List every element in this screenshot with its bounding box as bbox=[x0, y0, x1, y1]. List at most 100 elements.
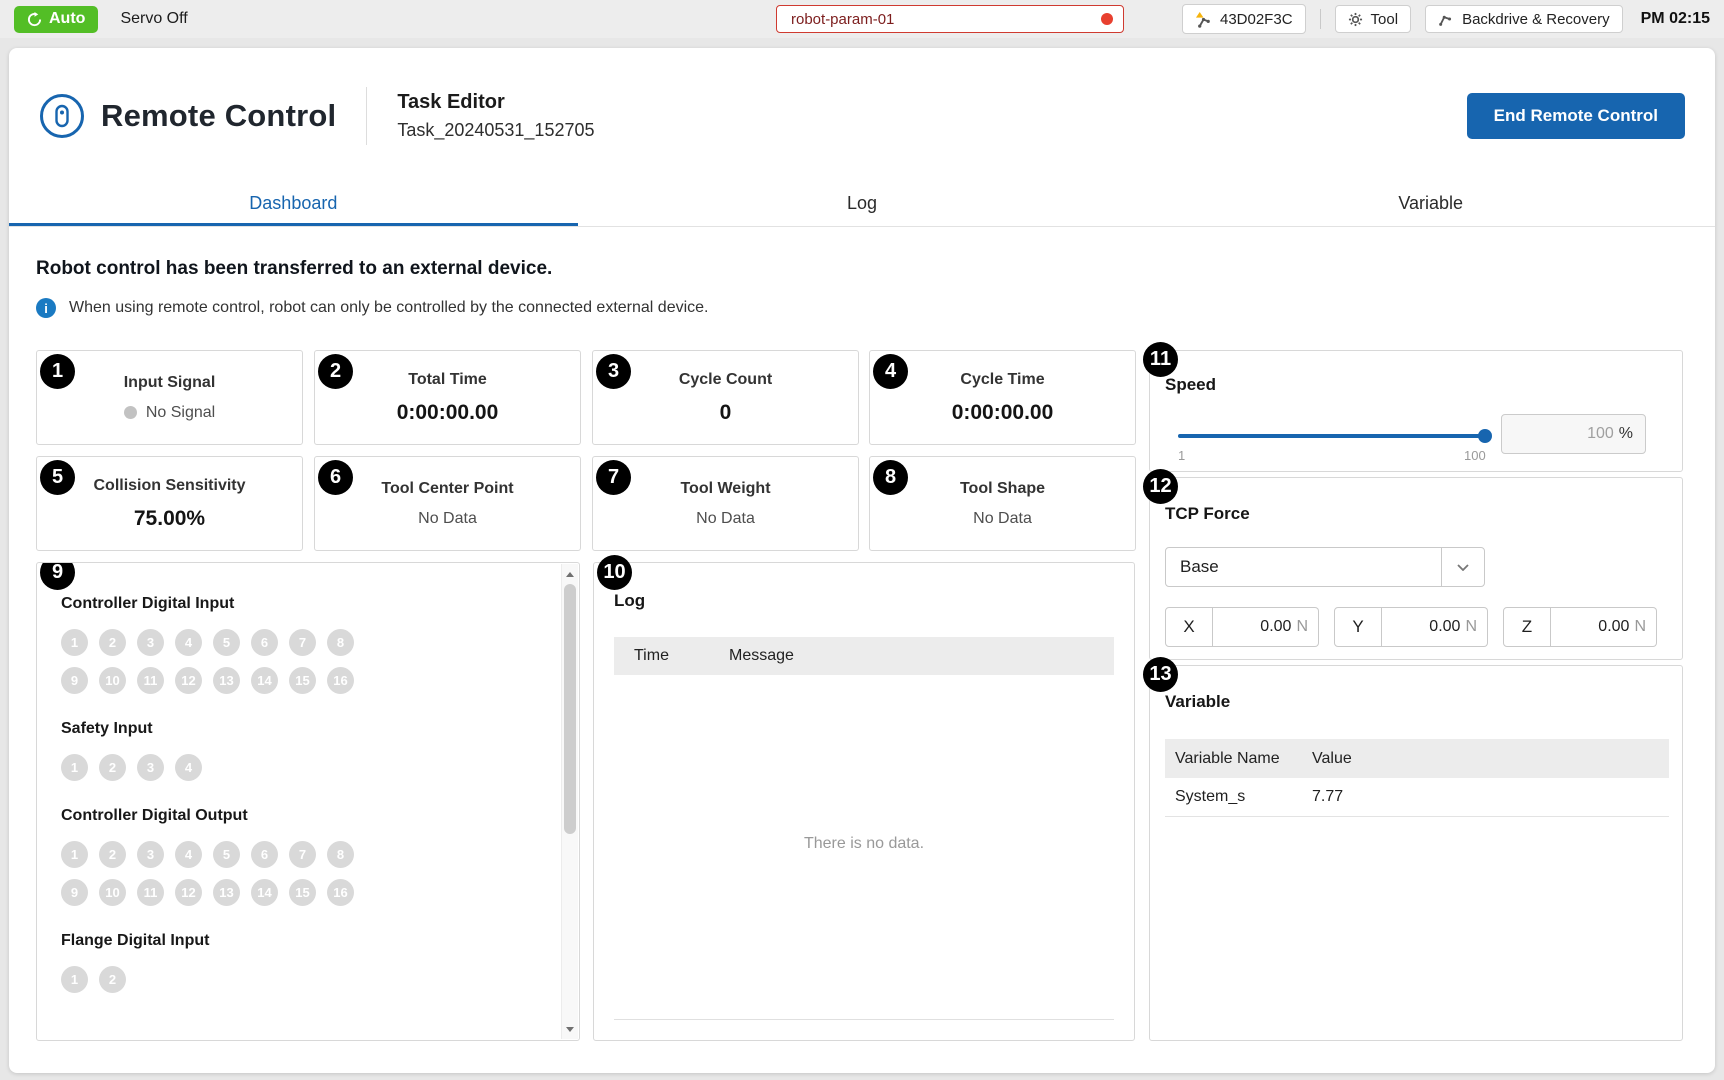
robot-arm-icon bbox=[1438, 11, 1454, 27]
io-indicator: 2 bbox=[99, 754, 126, 781]
auto-mode-badge[interactable]: Auto bbox=[14, 6, 98, 33]
tab-log[interactable]: Log bbox=[578, 183, 1147, 226]
io-indicator: 2 bbox=[99, 966, 126, 993]
io-indicator: 15 bbox=[289, 879, 316, 906]
annotation-badge-1: 1 bbox=[40, 354, 75, 389]
speed-value-input[interactable]: 100 % bbox=[1501, 414, 1646, 454]
tab-dashboard[interactable]: Dashboard bbox=[9, 183, 578, 226]
scroll-down-button[interactable] bbox=[562, 1021, 578, 1037]
card-label: Total Time bbox=[408, 371, 487, 389]
axis-y-number: 0.00 bbox=[1429, 618, 1460, 636]
axis-z-value: 0.00 N bbox=[1551, 607, 1657, 647]
io-indicator: 13 bbox=[213, 667, 240, 694]
signal-status: No Signal bbox=[124, 404, 215, 422]
speed-slider[interactable] bbox=[1178, 434, 1490, 438]
axis-z-unit: N bbox=[1634, 618, 1646, 636]
io-section-title: Flange Digital Input bbox=[61, 932, 539, 950]
speed-unit: % bbox=[1619, 425, 1633, 443]
io-indicator: 2 bbox=[99, 629, 126, 656]
axis-y-value: 0.00 N bbox=[1382, 607, 1488, 647]
card-value: 75.00% bbox=[134, 507, 205, 531]
card-value: 0:00:00.00 bbox=[952, 401, 1054, 425]
io-indicator: 13 bbox=[213, 879, 240, 906]
card-tool-shape: 8 Tool Shape No Data bbox=[869, 456, 1136, 551]
annotation-badge-4: 4 bbox=[873, 354, 908, 389]
notice-info: i When using remote control, robot can o… bbox=[36, 298, 708, 318]
tool-button[interactable]: Tool bbox=[1335, 5, 1412, 33]
card-collision-sensitivity: 5 Collision Sensitivity 75.00% bbox=[36, 456, 303, 551]
card-cycle-count: 3 Cycle Count 0 bbox=[592, 350, 859, 445]
io-indicator: 10 bbox=[99, 667, 126, 694]
card-label: Cycle Time bbox=[960, 371, 1044, 389]
card-label: Input Signal bbox=[124, 374, 216, 392]
annotation-badge-5: 5 bbox=[40, 460, 75, 495]
io-section-safety-input: Safety Input 1 2 3 4 bbox=[61, 720, 539, 781]
scroll-up-button[interactable] bbox=[562, 566, 578, 582]
io-section-flange-digital-input: Flange Digital Input 1 2 bbox=[61, 932, 539, 993]
end-remote-control-button[interactable]: End Remote Control bbox=[1467, 93, 1685, 139]
servo-status-label: Servo Off bbox=[120, 10, 187, 28]
clock-label: PM 02:15 bbox=[1641, 10, 1710, 28]
io-indicator: 1 bbox=[61, 629, 88, 656]
io-indicator: 1 bbox=[61, 966, 88, 993]
io-row: 1 2 3 4 5 6 7 8 bbox=[61, 841, 539, 868]
speed-slider-handle[interactable] bbox=[1478, 429, 1492, 443]
robot-param-input[interactable] bbox=[776, 5, 1124, 33]
io-indicator: 9 bbox=[61, 879, 88, 906]
frame-select[interactable]: Base bbox=[1165, 547, 1485, 587]
speed-title: Speed bbox=[1165, 375, 1216, 395]
variable-title: Variable bbox=[1165, 692, 1230, 712]
card-value: No Data bbox=[696, 510, 755, 528]
card-cycle-time: 4 Cycle Time 0:00:00.00 bbox=[869, 350, 1136, 445]
log-table-header: Time Message bbox=[614, 637, 1114, 675]
card-value: 0:00:00.00 bbox=[397, 401, 499, 425]
io-indicator: 4 bbox=[175, 629, 202, 656]
log-title: Log bbox=[614, 591, 1114, 611]
window-header: Remote Control Task Editor Task_20240531… bbox=[9, 48, 1715, 183]
gear-icon bbox=[1348, 12, 1363, 27]
info-icon: i bbox=[36, 298, 56, 318]
io-indicator: 12 bbox=[175, 879, 202, 906]
io-scrollbar[interactable] bbox=[561, 564, 578, 1039]
topbar-divider bbox=[1320, 9, 1321, 29]
io-indicator: 8 bbox=[327, 629, 354, 656]
annotation-badge-9: 9 bbox=[40, 562, 75, 590]
card-value: No Data bbox=[418, 510, 477, 528]
top-bar: Auto Servo Off 43D02F3C bbox=[0, 0, 1724, 38]
page-title: Remote Control bbox=[101, 98, 336, 134]
io-indicator: 6 bbox=[251, 841, 278, 868]
io-indicator: 2 bbox=[99, 841, 126, 868]
robot-warning-icon bbox=[1195, 11, 1212, 28]
arrow-up-icon bbox=[566, 572, 574, 577]
arrow-down-icon bbox=[566, 1027, 574, 1032]
speed-max-label: 100 bbox=[1464, 448, 1486, 463]
axis-z-label: Z bbox=[1503, 607, 1551, 647]
axis-x-value: 0.00 N bbox=[1213, 607, 1319, 647]
backdrive-button-label: Backdrive & Recovery bbox=[1462, 11, 1610, 28]
io-indicator: 12 bbox=[175, 667, 202, 694]
annotation-badge-11: 11 bbox=[1143, 342, 1178, 377]
remote-control-icon bbox=[39, 93, 85, 139]
annotation-badge-7: 7 bbox=[596, 460, 631, 495]
device-id-button[interactable]: 43D02F3C bbox=[1182, 4, 1306, 34]
io-indicator: 14 bbox=[251, 667, 278, 694]
io-indicator: 4 bbox=[175, 754, 202, 781]
chevron-down-icon bbox=[1441, 548, 1484, 586]
variable-column-name: Variable Name bbox=[1165, 750, 1312, 768]
tcp-force-z: Z 0.00 N bbox=[1503, 607, 1657, 647]
axis-x-label: X bbox=[1165, 607, 1213, 647]
io-section-controller-digital-input: Controller Digital Input 1 2 3 4 5 6 7 8… bbox=[61, 595, 539, 694]
robot-param-field bbox=[776, 5, 1124, 33]
io-indicator: 11 bbox=[137, 879, 164, 906]
task-name: Task_20240531_152705 bbox=[397, 120, 594, 141]
card-value: 0 bbox=[720, 401, 732, 425]
io-indicator: 14 bbox=[251, 879, 278, 906]
tab-variable[interactable]: Variable bbox=[1146, 183, 1715, 226]
card-label: Cycle Count bbox=[679, 371, 772, 389]
task-info: Task Editor Task_20240531_152705 bbox=[397, 91, 594, 141]
io-indicator: 16 bbox=[327, 879, 354, 906]
io-section-controller-digital-output: Controller Digital Output 1 2 3 4 5 6 7 … bbox=[61, 807, 539, 906]
scrollbar-thumb[interactable] bbox=[564, 584, 576, 834]
backdrive-recovery-button[interactable]: Backdrive & Recovery bbox=[1425, 5, 1623, 33]
log-empty-text: There is no data. bbox=[594, 835, 1134, 853]
